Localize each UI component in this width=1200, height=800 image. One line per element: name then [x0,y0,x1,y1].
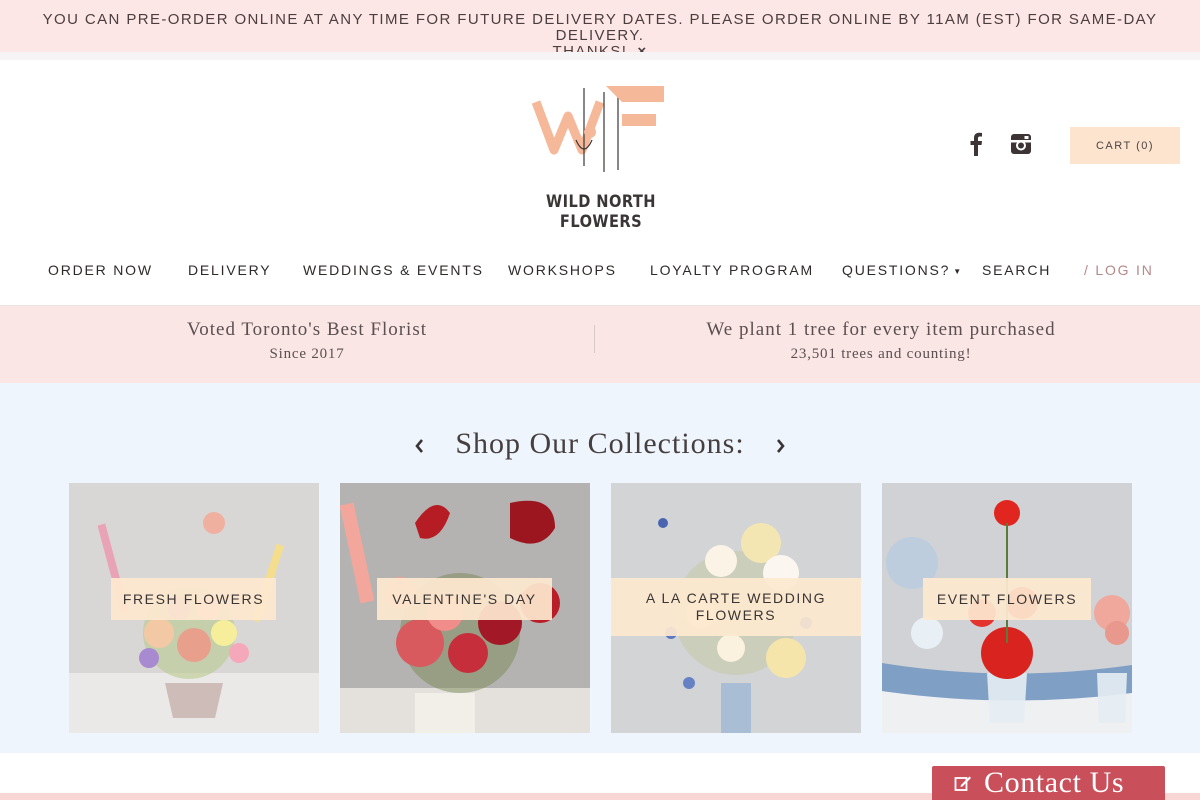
nav-item-workshops[interactable]: WORKSHOPS [508,262,617,278]
promo-right-title: We plant 1 tree for every item purchased [706,319,1056,340]
promo-separator [594,325,595,353]
header-divider-strip [0,52,1200,60]
collection-label-fresh-flowers: FRESH FLOWERS [111,578,276,620]
collection-tile-a-la-carte-wedding-flowers[interactable]: A LA CARTE WEDDING FLOWERS [611,483,861,733]
collections-section: Shop Our Collections: FRESH FLOWERS VALE… [0,383,1200,753]
promo-right-subtitle: 23,501 trees and counting! [790,346,972,362]
nav-item-questions[interactable]: QUESTIONS? ▼ [842,262,963,278]
logo-wordmark: WILD NORTH FLOWERS [546,192,656,232]
nav-item-weddings-events[interactable]: WEDDINGS & EVENTS [303,262,484,278]
collection-tile-fresh-flowers[interactable]: FRESH FLOWERS [69,483,319,733]
chevron-right-icon[interactable] [771,435,791,457]
promo-left-title: Voted Toronto's Best Florist [187,319,427,340]
promo-left-subtitle: Since 2017 [269,346,345,362]
nav-item-search[interactable]: SEARCH [982,262,1051,278]
cart-button[interactable]: CART (0) [1070,127,1180,164]
site-logo[interactable]: WILD NORTH FLOWERS [518,80,684,232]
announcement-bar: YOU CAN PRE-ORDER ONLINE AT ANY TIME FOR… [0,0,1200,60]
collection-tile-valentines-day[interactable]: VALENTINE'S DAY [340,483,590,733]
main-nav: ORDER NOW DELIVERY WEDDINGS & EVENTS WOR… [0,262,1200,282]
collection-label-event-flowers: EVENT FLOWERS [923,578,1091,620]
promo-strip: Voted Toronto's Best Florist Since 2017 … [0,306,1200,383]
promo-tree-planting: We plant 1 tree for every item purchased… [680,318,1082,366]
logo-monogram-icon [531,86,664,172]
collection-label-a-la-carte-wedding-flowers: A LA CARTE WEDDING FLOWERS [611,578,861,636]
nav-item-questions-label: QUESTIONS? [842,262,951,278]
nav-item-order-now[interactable]: ORDER NOW [48,262,153,278]
collections-title: Shop Our Collections: [455,427,745,460]
contact-us-label: Contact Us [984,766,1125,799]
caret-down-icon: ▼ [953,266,963,276]
facebook-icon[interactable] [962,130,990,158]
contact-us-button[interactable]: Contact Us [932,766,1165,800]
promo-best-florist: Voted Toronto's Best Florist Since 2017 [157,318,457,366]
collection-label-valentines-day: VALENTINE'S DAY [377,578,552,620]
edit-icon [954,776,971,791]
nav-item-delivery[interactable]: DELIVERY [188,262,271,278]
collection-tile-event-flowers[interactable]: EVENT FLOWERS [882,483,1132,733]
nav-item-login[interactable]: / LOG IN [1084,262,1154,278]
announcement-text-line1: YOU CAN PRE-ORDER ONLINE AT ANY TIME FOR… [42,11,1158,44]
nav-item-loyalty-program[interactable]: LOYALTY PROGRAM [650,262,814,278]
instagram-icon[interactable] [1007,130,1035,158]
